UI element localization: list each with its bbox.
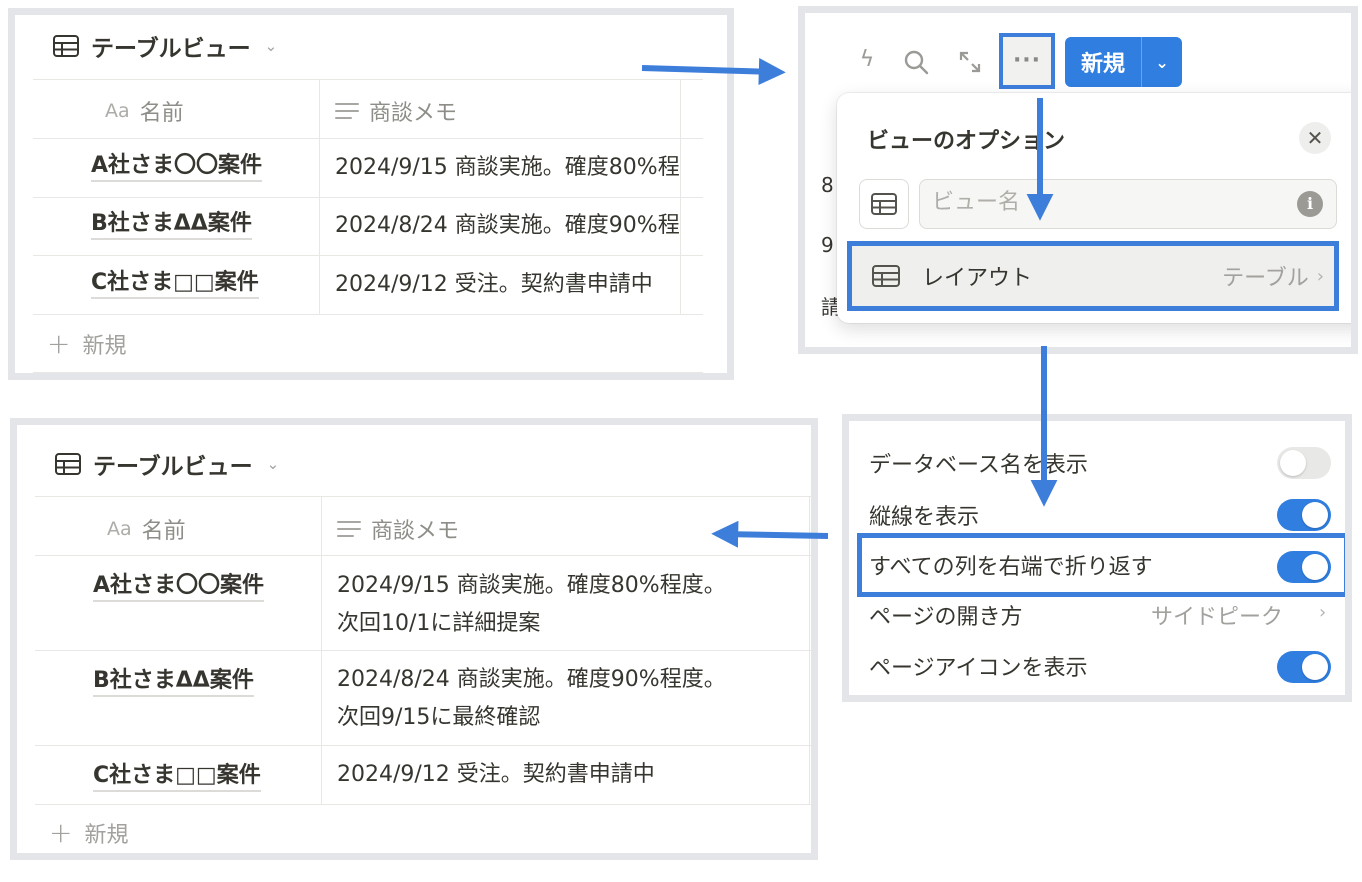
arrow-to-toolbar [641,58,786,86]
arrow-to-result [711,520,829,548]
annotation-arrows [641,58,1058,548]
